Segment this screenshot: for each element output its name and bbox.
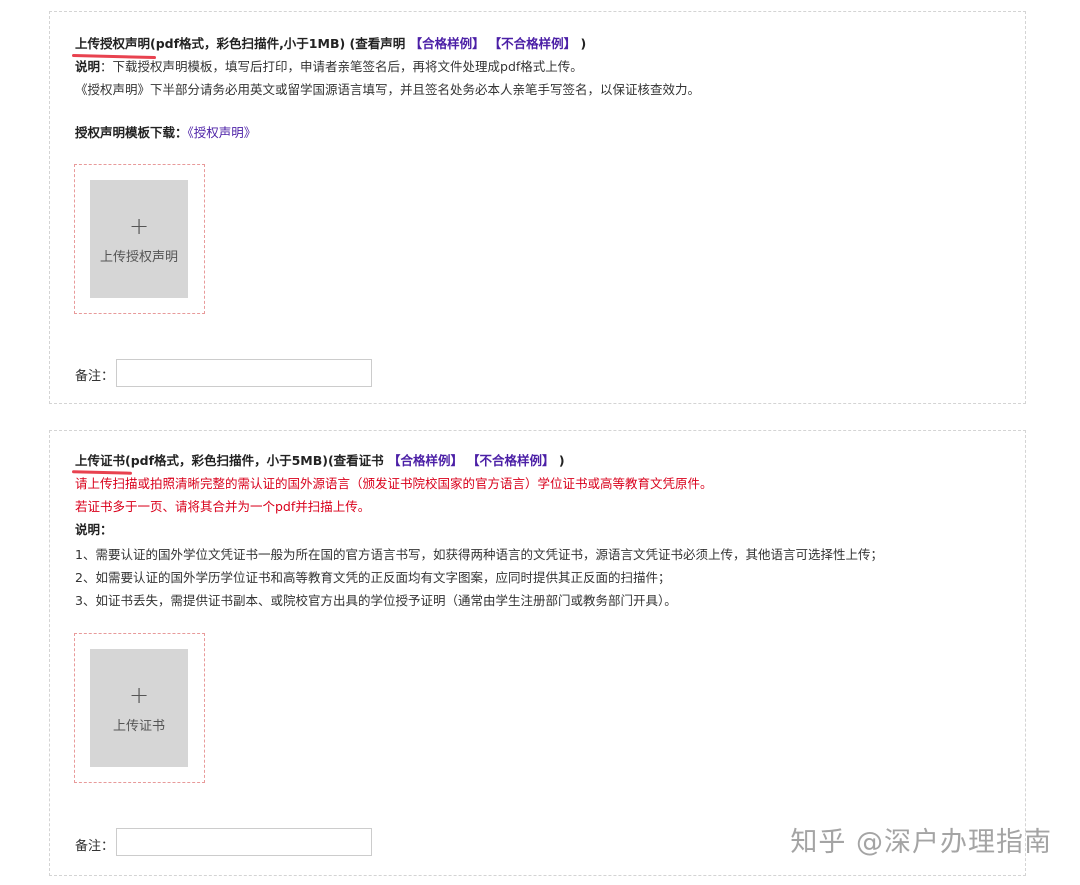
- remark-label: 备注：: [75, 369, 115, 384]
- remark-input[interactable]: [116, 359, 372, 387]
- section-title-spec: (pdf格式，彩色扫描件,小于1MB) (查看声明: [150, 36, 410, 51]
- certificate-upload-section: 上传证书(pdf格式，彩色扫描件，小于5MB)(查看证书 【合格样例】 【不合格…: [49, 430, 1026, 876]
- description-label: 说明：: [75, 522, 113, 537]
- upload-label: 上传证书: [112, 718, 165, 734]
- warning-line-1: 请上传扫描或拍照清晰完整的需认证的国外源语言（颁发证书院校国家的官方语言）学位证…: [75, 476, 713, 491]
- section-title-spec: (pdf格式，彩色扫描件，小于5MB)(查看证书: [125, 453, 389, 468]
- plus-icon: +: [128, 680, 150, 709]
- warning-line-2: 若证书多于一页、请将其合并为一个pdf并扫描上传。: [75, 499, 371, 514]
- section-title-main: 上传证书: [75, 453, 126, 468]
- description-label: 说明: [75, 59, 101, 74]
- description: 说明：下载授权声明模板，填写后打印，申请者亲笔签名后，再将文件处理成pdf格式上…: [75, 57, 583, 77]
- qualified-sample-link[interactable]: 【合格样例】: [410, 36, 485, 51]
- section-title-main: 上传授权声明: [75, 36, 151, 51]
- template-download-link[interactable]: 《授权声明》: [188, 125, 257, 140]
- unqualified-sample-link[interactable]: 【不合格样例】: [467, 453, 555, 468]
- upload-label: 上传授权声明: [99, 249, 178, 265]
- description-item: 3、如证书丢失，需提供证书副本、或院校官方出具的学位授予证明（通常由学生注册部门…: [75, 593, 677, 608]
- upload-authorization-button[interactable]: + 上传授权声明: [90, 180, 188, 298]
- plus-icon: +: [128, 211, 150, 240]
- description-item: 1、需要认证的国外学位文凭证书一般为所在国的官方语言书写，如获得两种语言的文凭证…: [75, 547, 883, 562]
- watermark: 知乎 @深户办理指南: [790, 827, 1052, 858]
- authorization-upload-section: 上传授权声明(pdf格式，彩色扫描件,小于1MB) (查看声明 【合格样例】 【…: [49, 11, 1026, 404]
- remark-label: 备注：: [75, 839, 115, 854]
- section-title: 上传证书(pdf格式，彩色扫描件，小于5MB)(查看证书 【合格样例】 【不合格…: [75, 453, 565, 468]
- description-line-2: 《授权声明》下半部分请务必用英文或留学国源语言填写，并且签名处务必本人亲笔手写签…: [75, 82, 701, 97]
- remark-input[interactable]: [116, 828, 372, 856]
- description-item: 2、如需要认证的国外学历学位证书和高等教育文凭的正反面均有文字图案，应同时提供其…: [75, 570, 671, 585]
- template-download: 授权声明模板下载：《授权声明》: [75, 123, 256, 143]
- unqualified-sample-link[interactable]: 【不合格样例】: [489, 36, 577, 51]
- section-title: 上传授权声明(pdf格式，彩色扫描件,小于1MB) (查看声明 【合格样例】 【…: [75, 36, 587, 51]
- upload-certificate-button[interactable]: + 上传证书: [90, 649, 188, 767]
- qualified-sample-link[interactable]: 【合格样例】: [388, 453, 463, 468]
- description-text: ：下载授权声明模板，填写后打印，申请者亲笔签名后，再将文件处理成pdf格式上传。: [100, 59, 583, 74]
- template-download-label: 授权声明模板下载：: [75, 125, 188, 140]
